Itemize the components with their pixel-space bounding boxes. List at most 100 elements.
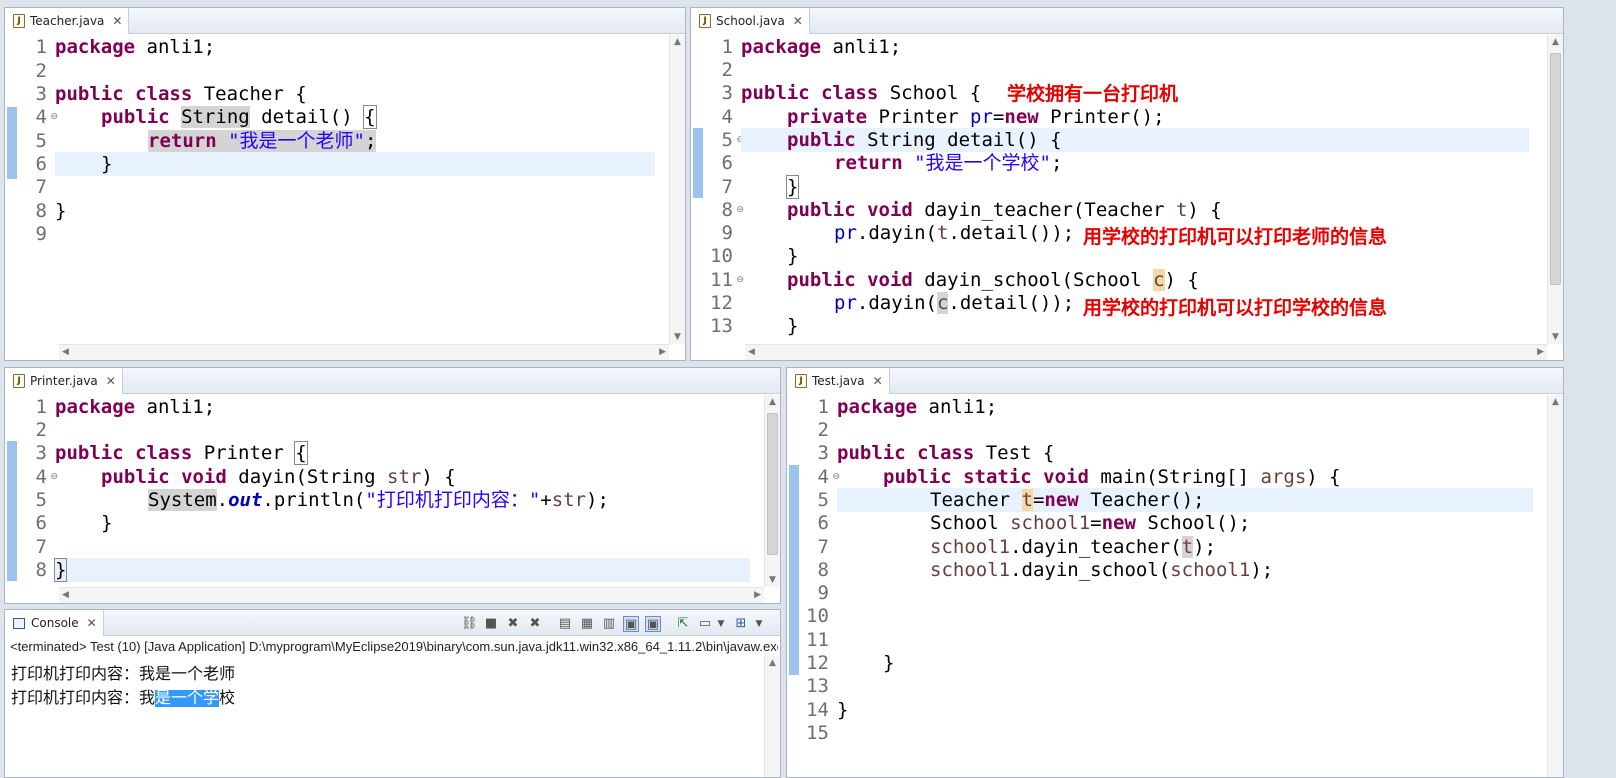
- code-text: dayin_teacher(Teacher: [912, 199, 1176, 221]
- keyword: public void: [787, 199, 913, 221]
- tab-test-java[interactable]: J Test.java ✕: [787, 368, 890, 394]
- vertical-scrollbar[interactable]: ▲: [764, 656, 780, 777]
- clear-console-icon[interactable]: ▤: [557, 616, 573, 632]
- keyword: package: [741, 36, 822, 58]
- line-numbers: 1 2 3 4 ⊖ 5 6 7 8 9 10 11 12 13 14 15: [801, 395, 841, 777]
- scroll-left-icon[interactable]: ◀: [748, 347, 755, 357]
- close-icon[interactable]: ✕: [87, 616, 97, 630]
- link-icon[interactable]: ⛓: [461, 616, 478, 632]
- vertical-scrollbar[interactable]: ▲: [1547, 395, 1563, 777]
- open-console-icon[interactable]: ⊞: [733, 616, 749, 632]
- show-on-stderr-icon[interactable]: ▣: [645, 616, 661, 632]
- scroll-up-icon[interactable]: ▲: [1552, 397, 1559, 407]
- tab-teacher-java[interactable]: J Teacher.java ✕: [5, 8, 130, 34]
- console-view: Console ✕ ⛓ ■ ✖ ✖ ▤ ▦ ▥ ▣ ▣ ⇱ ▭ ▼ ⊞ ▼ <t…: [4, 609, 781, 778]
- remove-launch-icon[interactable]: ✖: [505, 616, 521, 632]
- code-area[interactable]: 1 2 3 4 5 ⊖ 6 7 8 ⊖ 9 10 11 ⊖ 12 13 pack…: [691, 35, 1563, 360]
- line-number: 1: [817, 396, 829, 418]
- close-icon[interactable]: ✕: [793, 14, 803, 28]
- scroll-right-icon[interactable]: ▶: [659, 347, 666, 357]
- line-number: 12: [806, 652, 829, 674]
- line-number: 2: [817, 419, 829, 441]
- close-icon[interactable]: ✕: [106, 374, 116, 388]
- keyword: package: [55, 36, 136, 58]
- scroll-left-icon[interactable]: ◀: [62, 347, 69, 357]
- code-text: School {: [878, 82, 982, 104]
- scroll-left-icon[interactable]: ◀: [62, 590, 69, 600]
- chevron-down-icon[interactable]: ▼: [751, 616, 767, 632]
- terminate-icon[interactable]: ■: [483, 616, 499, 632]
- keyword: return: [834, 152, 903, 174]
- show-on-stdout-icon[interactable]: ▣: [623, 616, 639, 632]
- close-icon[interactable]: ✕: [112, 14, 122, 28]
- tab-school-java[interactable]: J School.java ✕: [691, 8, 810, 34]
- tab-console[interactable]: Console ✕: [5, 610, 104, 636]
- annotation-note: 用学校的打印机可以打印老师的信息: [1083, 226, 1388, 248]
- code-text: );: [586, 489, 609, 511]
- display-console-icon[interactable]: ▭: [697, 616, 713, 632]
- keyword: package: [837, 396, 918, 418]
- scroll-up-icon[interactable]: ▲: [769, 397, 776, 407]
- scroll-up-icon[interactable]: ▲: [674, 37, 681, 47]
- scroll-right-icon[interactable]: ▶: [1537, 347, 1544, 357]
- code-text: );: [1193, 536, 1217, 558]
- close-icon[interactable]: ✕: [873, 374, 883, 388]
- scroll-up-icon[interactable]: ▲: [769, 658, 776, 668]
- code-text: Teacher {: [192, 83, 307, 105]
- scrollbar-thumb[interactable]: [767, 413, 778, 555]
- line-number: 4: [721, 106, 733, 128]
- line-numbers: 1 2 3 4 ⊖ 5 6 7 8 9: [19, 35, 59, 360]
- pin-console-icon[interactable]: ⇱: [675, 616, 691, 632]
- code-text[interactable]: package anli1; public class Printer { pu…: [53, 395, 750, 603]
- code-area[interactable]: 1 2 3 4 ⊖ 5 6 7 8 package anli1; public …: [5, 395, 780, 603]
- keyword: public static void: [883, 466, 1089, 488]
- line-number: 4: [35, 106, 47, 128]
- line-number: 2: [35, 419, 47, 441]
- code-area[interactable]: 1 2 3 4 ⊖ 5 6 7 8 9 10 11 12 13 14 15 pa…: [787, 395, 1563, 777]
- code-text: anli1;: [135, 396, 216, 418]
- vertical-scrollbar[interactable]: ▲ ▼: [764, 395, 780, 587]
- line-number: 5: [35, 489, 47, 511]
- local-variable: school1: [930, 559, 1011, 581]
- line-number: 2: [35, 60, 47, 82]
- change-marker: [789, 465, 799, 675]
- code-text: .dayin_teacher(: [1010, 536, 1182, 558]
- code-line: private Printer pr=new Printer();: [741, 105, 1529, 129]
- keyword: public: [787, 129, 856, 151]
- remove-all-icon[interactable]: ✖: [527, 616, 543, 632]
- code-line: }: [55, 511, 750, 535]
- horizontal-scrollbar[interactable]: ◀ ▶: [59, 587, 764, 603]
- code-text[interactable]: package anli1; public class Teacher { pu…: [55, 35, 655, 360]
- line-number: 14: [806, 699, 829, 721]
- code-line: school1.dayin_teacher(t);: [837, 535, 1533, 559]
- horizontal-scrollbar[interactable]: ◀ ▶: [59, 344, 669, 360]
- scroll-up-icon[interactable]: ▲: [1552, 37, 1559, 47]
- code-text[interactable]: package anli1; public class Test { publi…: [837, 395, 1533, 777]
- scroll-right-icon[interactable]: ▶: [754, 590, 761, 600]
- vertical-scrollbar[interactable]: ▲ ▼: [669, 35, 685, 344]
- console-icon: [13, 617, 25, 629]
- code-text: .println(: [262, 489, 366, 511]
- line-number: 5: [721, 129, 733, 151]
- scroll-down-icon[interactable]: ▼: [769, 575, 776, 585]
- console-status: <terminated> Test (10) [Java Application…: [10, 639, 778, 654]
- chevron-down-icon[interactable]: ▼: [713, 616, 729, 632]
- keyword: new: [1101, 512, 1136, 534]
- line-number: 8: [721, 199, 733, 221]
- tab-printer-java[interactable]: J Printer.java ✕: [5, 368, 123, 394]
- scroll-down-icon[interactable]: ▼: [1552, 332, 1559, 342]
- line-number: 1: [35, 36, 47, 58]
- scroll-lock-icon[interactable]: ▦: [579, 616, 595, 632]
- code-area[interactable]: 1 2 3 4 ⊖ 5 6 7 8 9 package anli1; publi…: [5, 35, 685, 360]
- word-wrap-icon[interactable]: ▥: [601, 616, 617, 632]
- line-number: 10: [710, 245, 733, 267]
- vertical-scrollbar[interactable]: ▲ ▼: [1547, 35, 1563, 344]
- scrollbar-thumb[interactable]: [1550, 53, 1561, 285]
- scroll-down-icon[interactable]: ▼: [674, 332, 681, 342]
- line-number: 9: [721, 222, 733, 244]
- code-text: anli1;: [135, 36, 216, 58]
- string-literal: "我是一个学校": [914, 152, 1051, 174]
- horizontal-scrollbar[interactable]: ◀ ▶: [745, 344, 1547, 360]
- selected-text[interactable]: 是一个学: [155, 690, 220, 707]
- type-name: System: [148, 489, 217, 511]
